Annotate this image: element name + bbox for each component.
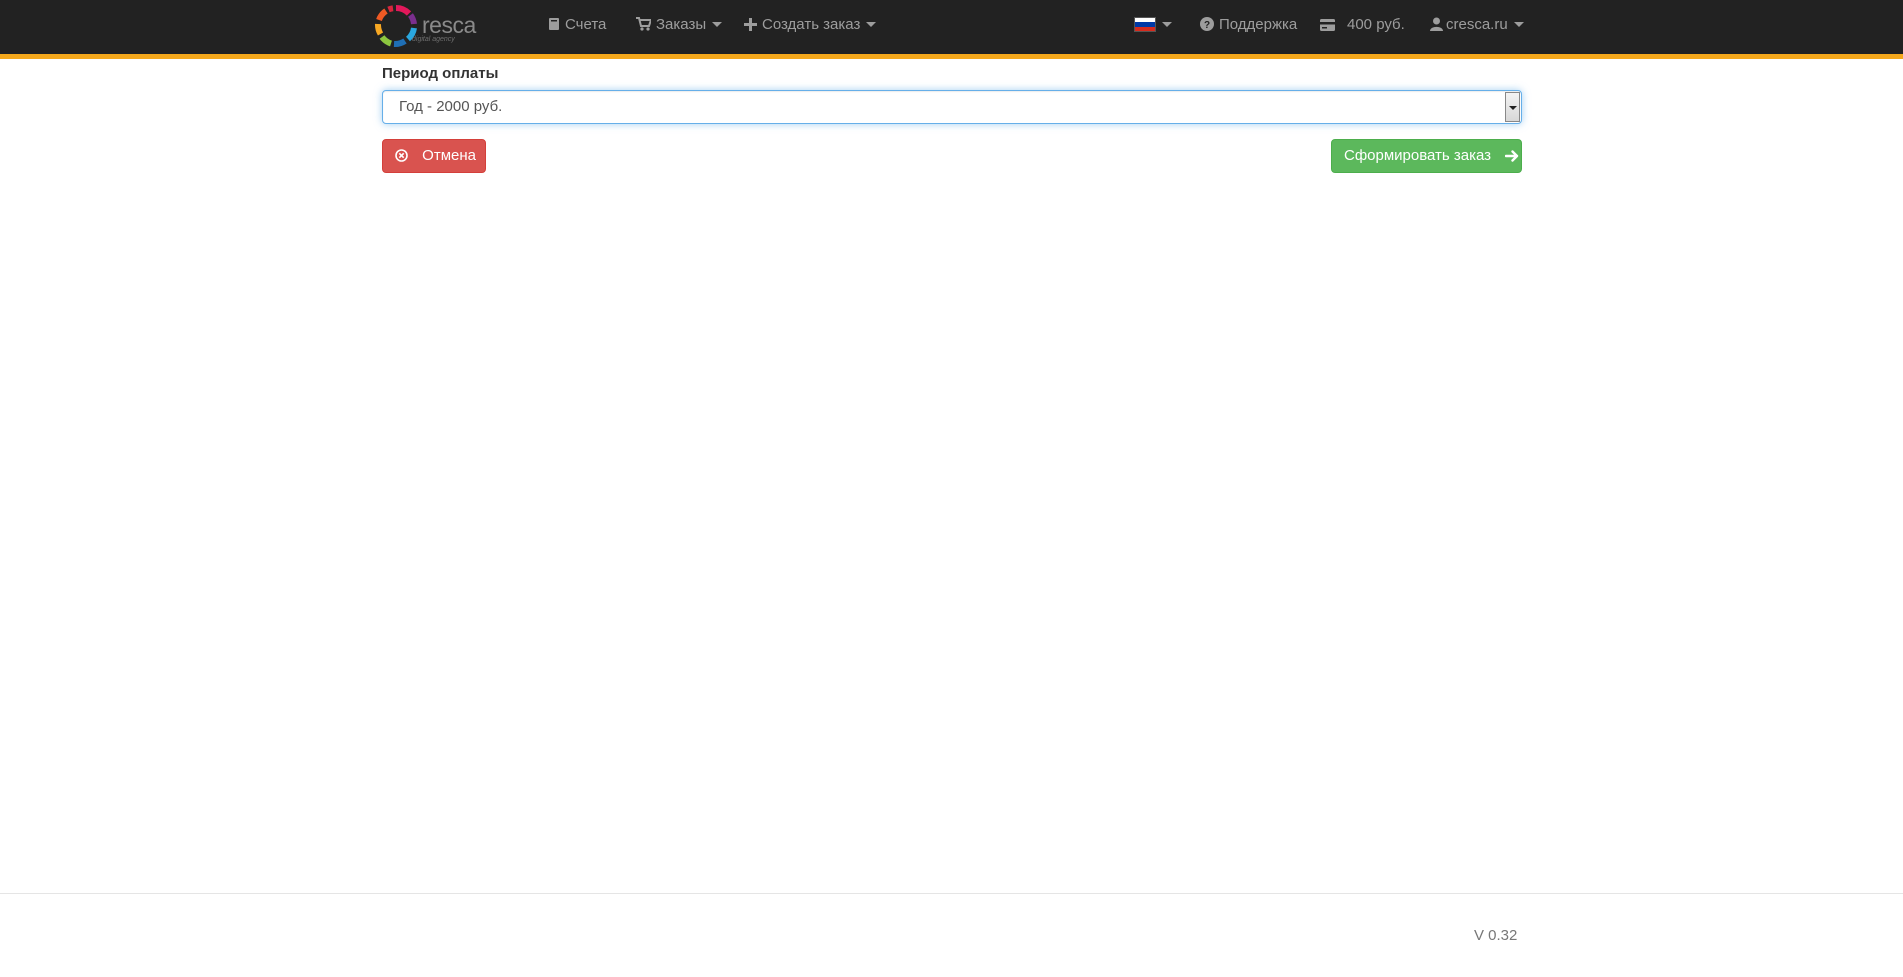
times-circle-icon [395, 142, 408, 174]
book-icon [548, 2, 560, 52]
cancel-button-label: Отмена [422, 147, 476, 164]
chevron-down-icon [1513, 22, 1524, 27]
footer-divider [0, 893, 1903, 894]
svg-text:?: ? [1204, 20, 1210, 31]
app-version: V 0.32 [1474, 927, 1518, 944]
brand-tagline: digital agency [412, 36, 455, 43]
top-navbar: resca digital agency Счета Заказы Создат… [0, 0, 1903, 54]
nav-create-order-label: Создать заказ [762, 16, 861, 33]
payment-period-select[interactable]: Год - 2000 руб. [382, 90, 1522, 124]
language-dropdown[interactable] [1134, 0, 1172, 50]
create-order-submit-button[interactable]: Сформировать заказ [1331, 139, 1522, 173]
chevron-down-icon [1162, 22, 1172, 27]
submit-button-label: Сформировать заказ [1344, 147, 1492, 164]
nav-create-order-dropdown[interactable]: Создать заказ [744, 0, 877, 52]
russian-flag-icon [1134, 17, 1156, 32]
shopping-cart-icon [636, 2, 653, 52]
nav-invoices-label: Счета [565, 16, 607, 33]
nav-support[interactable]: ? Поддержка [1200, 0, 1297, 50]
nav-orders-label: Заказы [656, 16, 707, 33]
plus-icon [744, 2, 757, 52]
nav-invoices[interactable]: Счета [548, 0, 606, 50]
payment-period-label: Период оплаты [382, 65, 499, 82]
dropdown-arrow-icon[interactable] [1505, 92, 1520, 122]
brand-name: resca [422, 12, 476, 38]
account-label: cresca.ru [1446, 16, 1508, 33]
nav-balance[interactable]: 400 руб. [1320, 0, 1405, 50]
arrow-right-icon [1505, 142, 1519, 174]
credit-card-icon [1320, 2, 1335, 52]
cancel-button[interactable]: Отмена [382, 139, 486, 173]
chevron-down-icon [712, 22, 723, 27]
question-circle-icon: ? [1200, 2, 1214, 52]
navbar-accent-stripe [0, 54, 1903, 59]
nav-orders-dropdown[interactable]: Заказы [636, 0, 723, 52]
chevron-down-icon [866, 22, 877, 27]
nav-support-label: Поддержка [1219, 16, 1298, 33]
user-icon [1430, 2, 1443, 52]
payment-period-value: Год - 2000 руб. [399, 98, 503, 115]
nav-balance-label: 400 руб. [1347, 16, 1405, 33]
brand-logo[interactable]: resca digital agency [374, 4, 476, 50]
account-dropdown[interactable]: cresca.ru [1430, 0, 1524, 50]
